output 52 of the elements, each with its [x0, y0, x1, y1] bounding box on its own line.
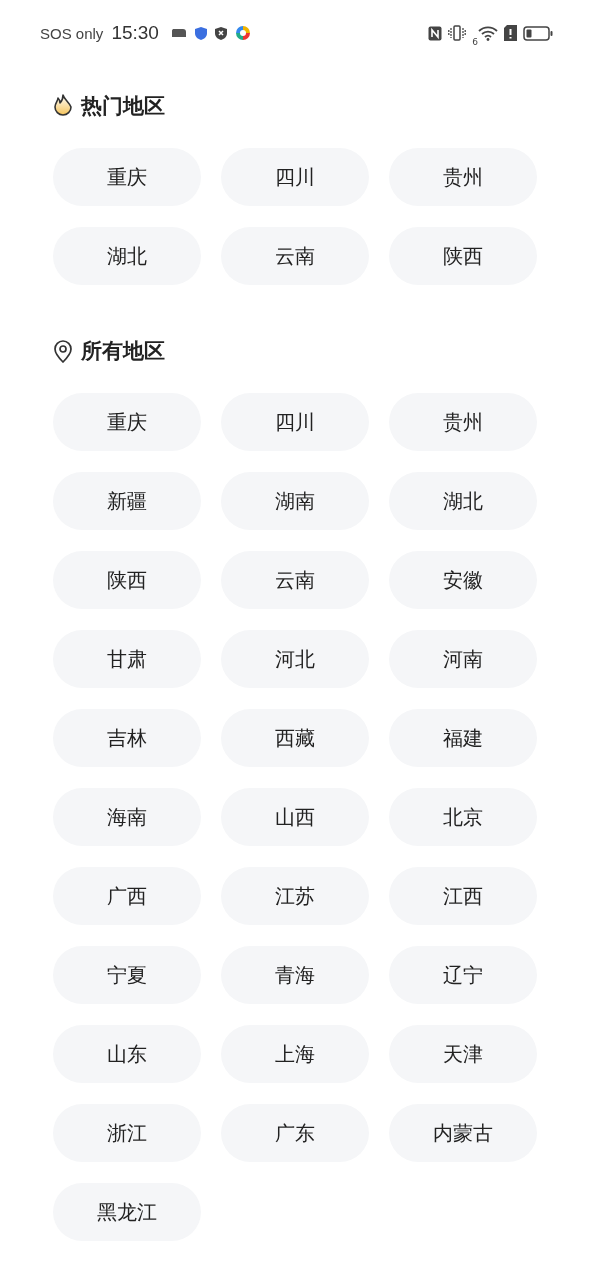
region-chip[interactable]: 广西: [53, 867, 201, 925]
region-chip[interactable]: 江西: [389, 867, 537, 925]
region-chip[interactable]: 黑龙江: [53, 1183, 201, 1241]
region-chip[interactable]: 山东: [53, 1025, 201, 1083]
region-chip[interactable]: 湖北: [389, 472, 537, 530]
region-chip[interactable]: 贵州: [389, 393, 537, 451]
region-chip[interactable]: 甘肃: [53, 630, 201, 688]
region-chip[interactable]: 吉林: [53, 709, 201, 767]
region-chip[interactable]: 北京: [389, 788, 537, 846]
region-chip[interactable]: 西藏: [221, 709, 369, 767]
region-chip[interactable]: 上海: [221, 1025, 369, 1083]
region-chip[interactable]: 重庆: [53, 393, 201, 451]
clock: 15:30: [111, 22, 159, 44]
region-chip[interactable]: 新疆: [53, 472, 201, 530]
region-chip[interactable]: 广东: [221, 1104, 369, 1162]
vibrate-icon: [448, 25, 467, 41]
region-chip[interactable]: 青海: [221, 946, 369, 1004]
region-chip[interactable]: 贵州: [389, 148, 537, 206]
region-chip[interactable]: 陕西: [389, 227, 537, 285]
location-pin-icon: [53, 339, 73, 363]
sim-alert-icon: [504, 25, 517, 41]
region-chip[interactable]: 湖北: [53, 227, 201, 285]
carrier-text: SOS only: [40, 24, 104, 42]
wifi-icon: [478, 25, 498, 41]
region-chip[interactable]: 河北: [221, 630, 369, 688]
shield-x-icon: [214, 26, 227, 40]
region-chip[interactable]: 重庆: [53, 148, 201, 206]
region-chip[interactable]: 海南: [53, 788, 201, 846]
region-chip[interactable]: 云南: [221, 227, 369, 285]
region-chip[interactable]: 天津: [389, 1025, 537, 1083]
flame-icon: [53, 94, 73, 118]
shield-icon: [194, 26, 207, 40]
region-chip[interactable]: 陕西: [53, 551, 201, 609]
region-chip[interactable]: 江苏: [221, 867, 369, 925]
region-chip[interactable]: 云南: [221, 551, 369, 609]
region-chip[interactable]: 浙江: [53, 1104, 201, 1162]
nfc-icon: [428, 25, 443, 41]
region-chip[interactable]: 福建: [389, 709, 537, 767]
region-chip[interactable]: 山西: [221, 788, 369, 846]
wifi-generation-label: 6: [472, 37, 478, 47]
section-title: 所有地区: [81, 338, 165, 365]
region-chip[interactable]: 湖南: [221, 472, 369, 530]
region-chip[interactable]: 河南: [389, 630, 537, 688]
region-chip[interactable]: 内蒙古: [389, 1104, 537, 1162]
colorful-app-icon: [234, 25, 251, 41]
battery-icon: [523, 25, 553, 41]
region-chip[interactable]: 四川: [221, 393, 369, 451]
section-title: 热门地区: [81, 93, 165, 120]
region-chip[interactable]: 辽宁: [389, 946, 537, 1004]
region-chip[interactable]: 四川: [221, 148, 369, 206]
region-chip[interactable]: 宁夏: [53, 946, 201, 1004]
region-chip[interactable]: 安徽: [389, 551, 537, 609]
